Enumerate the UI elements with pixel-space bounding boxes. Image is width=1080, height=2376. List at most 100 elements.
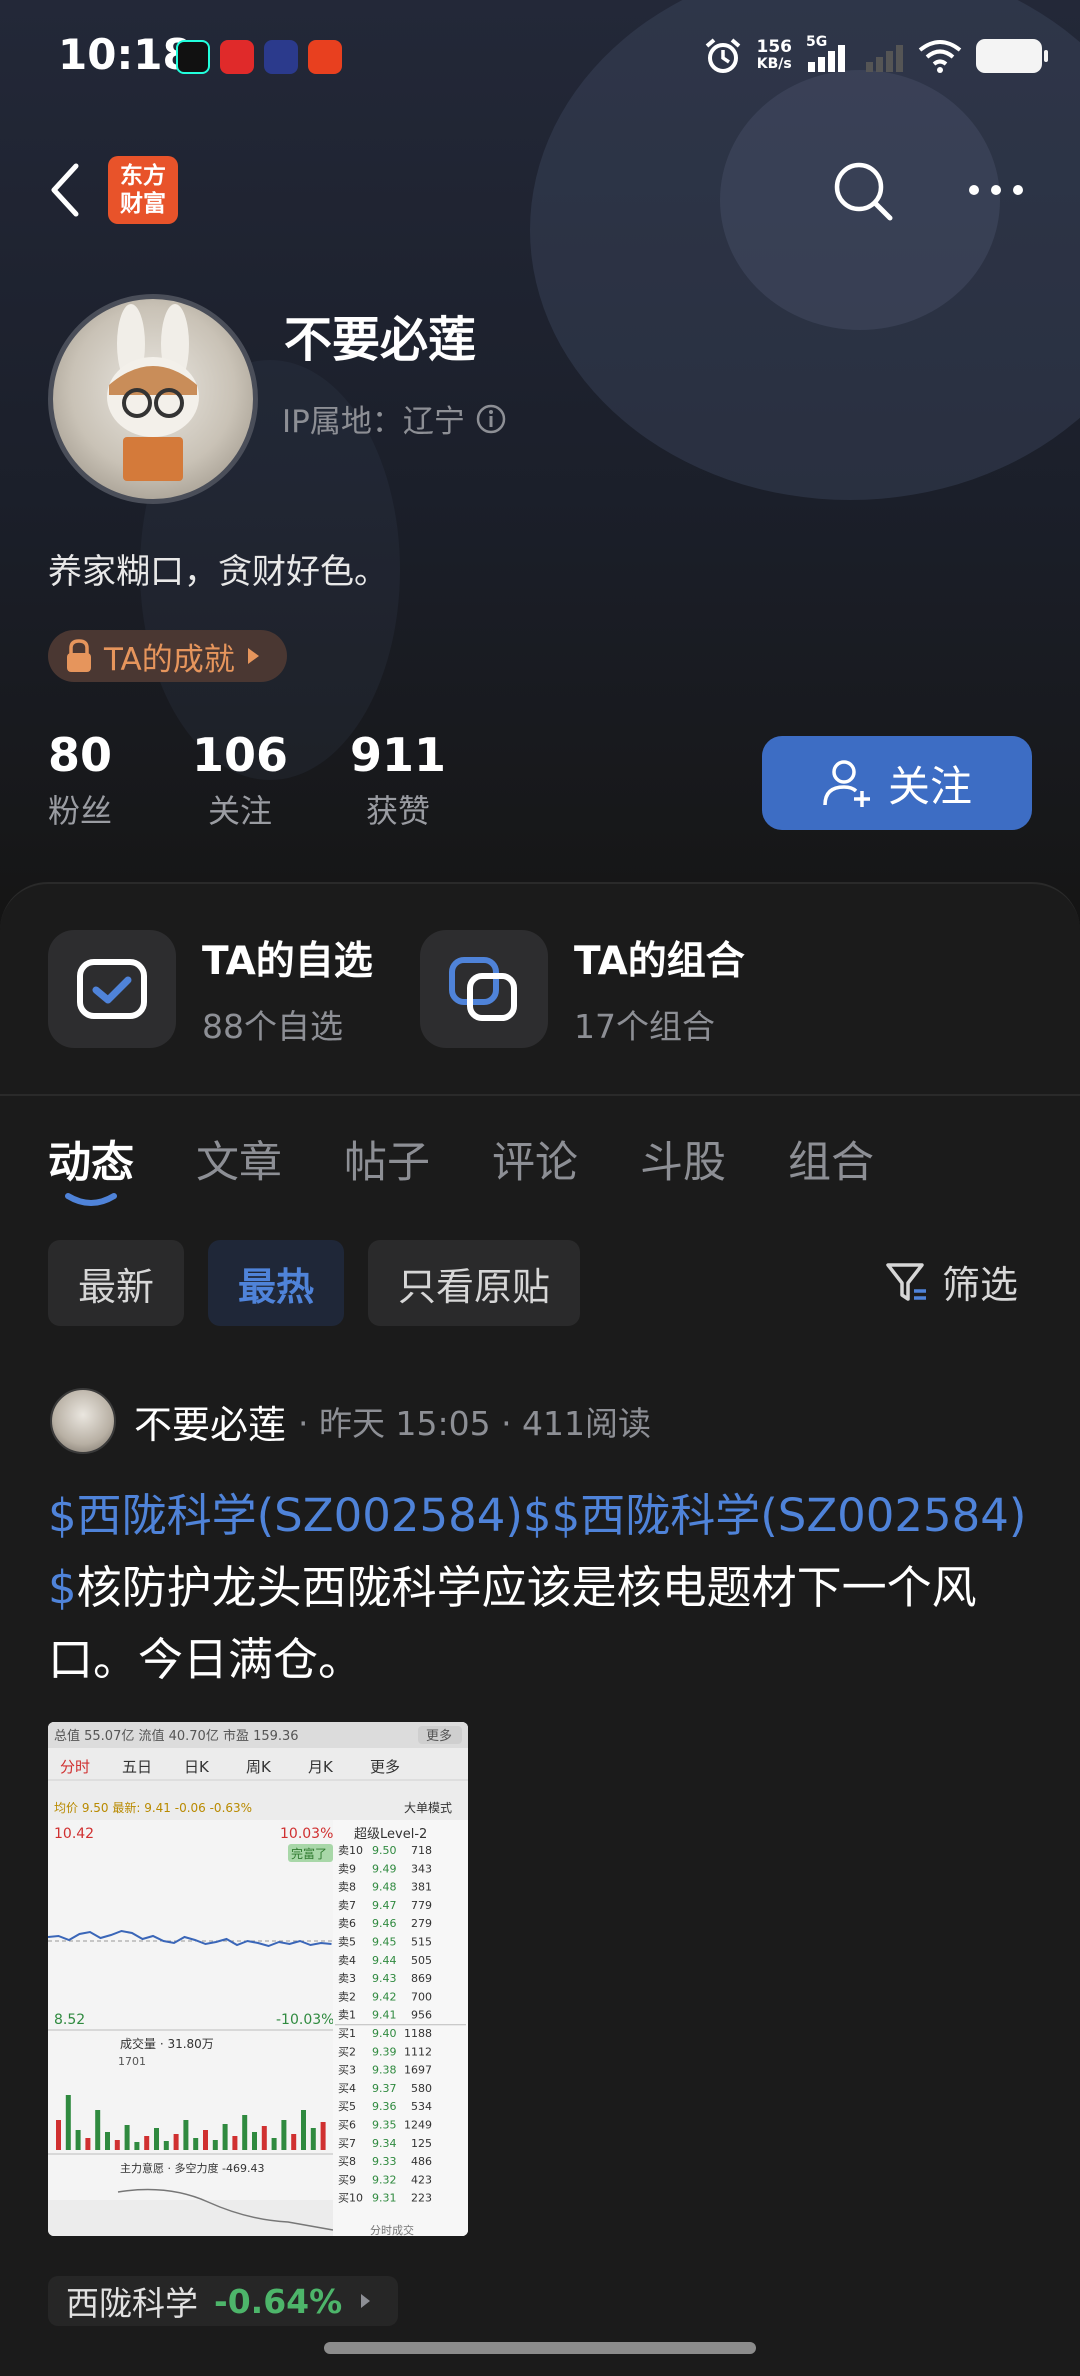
tab-stock-battle[interactable]: 斗股 (640, 1128, 726, 1190)
filter-button[interactable]: 筛选 (884, 1254, 1018, 1309)
order-volume: 869 (411, 1972, 432, 1985)
order-price: 9.32 (372, 2173, 397, 2186)
order-price: 9.36 (372, 2100, 397, 2113)
stat-likes-value: 911 (350, 728, 447, 782)
volume-bar (203, 2130, 208, 2150)
home-indicator[interactable] (324, 2342, 756, 2354)
order-price: 9.40 (372, 2027, 397, 2040)
post-content: 核防护龙头西陇科学应该是核电题材下一个风口。今日满仓。 (48, 1561, 977, 1686)
related-stock-tag[interactable]: 西陇科学 -0.64% (48, 2276, 399, 2326)
ip-location-text: IP属地：辽宁 (282, 404, 465, 440)
img-vol-max: 1701 (118, 2055, 146, 2068)
tab-comments[interactable]: 评论 (492, 1128, 578, 1190)
brand-logo[interactable]: 东方 财富 (108, 156, 178, 224)
order-label: 卖9 (338, 1862, 356, 1875)
order-price: 9.39 (372, 2045, 397, 2058)
img-level2: 超级Level-2 (354, 1827, 427, 1842)
post-image[interactable]: 总值 55.07亿 流值 40.70亿 市盈 159.36 更多 分时 五日 日K 周… (48, 1722, 468, 2236)
img-top-bar: 总值 55.07亿 流值 40.70亿 市盈 159.36 (54, 1728, 299, 1744)
tab-feed-label: 动态 (48, 1138, 134, 1188)
watchlist-shortcut[interactable]: TA的自选 88个自选 (48, 930, 373, 1048)
info-icon[interactable] (475, 403, 507, 435)
stock-link-1[interactable]: $西陇科学(SZ002584)$ (48, 1489, 552, 1542)
profile-avatar[interactable] (48, 294, 258, 504)
follow-label: 关注 (887, 761, 972, 811)
volume-bar (163, 2141, 169, 2150)
order-volume: 486 (411, 2155, 432, 2168)
search-icon[interactable] (830, 158, 896, 224)
stat-following[interactable]: 106 关注 (192, 728, 288, 832)
order-volume: 515 (411, 1936, 432, 1949)
stat-likes[interactable]: 911 获赞 (350, 728, 446, 832)
order-price: 9.31 (372, 2192, 397, 2205)
volume-bar (75, 2130, 81, 2150)
volume-bar (242, 2115, 248, 2150)
order-volume: 279 (411, 1917, 432, 1930)
post-author-avatar[interactable] (50, 1388, 116, 1454)
img-high-price: 10.42 (54, 1826, 94, 1842)
lock-icon (67, 639, 91, 672)
img-tab-0: 分时 (60, 1758, 90, 1776)
chip-hottest[interactable]: 最热 (208, 1240, 345, 1326)
order-price: 9.49 (372, 1862, 397, 1875)
order-label: 买7 (338, 2137, 356, 2150)
achievement-button[interactable]: TA的成就 (48, 630, 287, 682)
order-volume: 779 (411, 1899, 432, 1912)
order-label: 买9 (338, 2173, 356, 2186)
img-badge: 完富了 (291, 1846, 327, 1861)
netease-music-icon (220, 40, 254, 74)
stock-tag-change: -0.64% (214, 2281, 343, 2321)
img-tab-2: 日K (184, 1758, 210, 1776)
order-volume: 1188 (404, 2027, 432, 2040)
volume-bar (85, 2138, 91, 2150)
status-bar: 10:18 156 KB/s 5G (0, 0, 1080, 120)
stat-fans-value: 80 (48, 728, 113, 782)
tab-posts[interactable]: 帖子 (344, 1128, 430, 1190)
stat-following-label: 关注 (208, 792, 273, 830)
chip-latest[interactable]: 最新 (48, 1240, 185, 1326)
portfolio-icon (420, 930, 548, 1048)
stat-likes-label: 获赞 (366, 792, 431, 830)
img-low-price: 8.52 (54, 2012, 85, 2028)
post-author-name[interactable]: 不要必莲 (134, 1394, 286, 1449)
follow-button[interactable]: 关注 (762, 736, 1032, 830)
net-speed: 156 KB/s (757, 39, 793, 73)
order-price: 9.46 (372, 1917, 397, 1930)
order-volume: 1112 (404, 2045, 432, 2058)
more-icon[interactable] (966, 168, 1026, 212)
tab-portfolios[interactable]: 组合 (788, 1128, 874, 1190)
order-volume: 223 (411, 2192, 432, 2205)
order-volume: 423 (411, 2173, 432, 2186)
stock-tag-name: 西陇科学 (66, 2284, 198, 2323)
profile-username: 不要必莲 (284, 312, 477, 368)
order-price: 9.50 (372, 1844, 397, 1857)
order-volume: 956 (411, 2009, 432, 2022)
stat-fans[interactable]: 80 粉丝 (48, 728, 112, 832)
img-main-force: 主力意愿 · 多空力度 -469.43 (120, 2161, 264, 2175)
portfolio-shortcut[interactable]: TA的组合 17个组合 (420, 930, 745, 1048)
order-label: 卖5 (338, 1936, 356, 1949)
order-volume: 580 (411, 2082, 432, 2095)
watchlist-count: 88个自选 (202, 1007, 343, 1046)
back-icon[interactable] (44, 160, 84, 220)
order-label: 买2 (338, 2045, 356, 2058)
post-text[interactable]: $西陇科学(SZ002584)$$西陇科学(SZ002584)$核防护龙头西陇科… (48, 1480, 1038, 1696)
logo-line-1: 东方 (120, 163, 166, 189)
order-price: 9.42 (372, 1990, 397, 2003)
chip-original-only[interactable]: 只看原贴 (368, 1240, 581, 1326)
volume-bar (193, 2138, 199, 2150)
order-volume: 534 (411, 2100, 432, 2113)
tab-feed[interactable]: 动态 (48, 1128, 134, 1206)
filter-icon (886, 1262, 926, 1301)
battery-icon (976, 39, 1048, 73)
post-header: 不要必莲 · 昨天 15:05 · 411阅读 (50, 1388, 651, 1454)
watchlist-title: TA的自选 (202, 939, 373, 984)
order-volume: 1697 (404, 2064, 432, 2077)
img-more: 更多 (426, 1728, 452, 1744)
chevron-right-icon (247, 648, 259, 664)
signal-icon: 5G (806, 34, 850, 74)
order-price: 9.45 (372, 1936, 397, 1949)
ip-location: IP属地：辽宁 (282, 396, 507, 441)
chevron-right-icon (361, 2294, 371, 2308)
tab-articles[interactable]: 文章 (196, 1128, 282, 1190)
